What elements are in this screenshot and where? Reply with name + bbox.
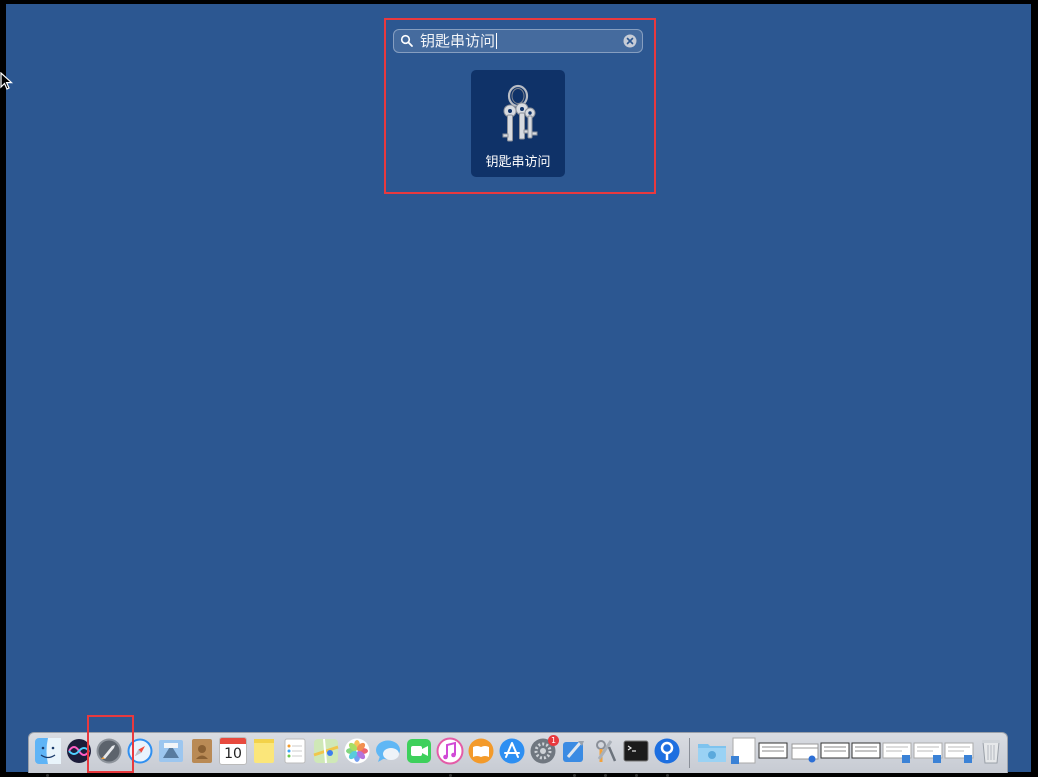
result-app-label: 钥匙串访问 [485,155,551,170]
downloads-folder-icon[interactable] [696,737,728,765]
launchpad-search-field[interactable]: 钥匙串访问 [393,29,643,53]
window-thumbnail-icon[interactable] [913,737,943,765]
xcode-icon[interactable] [560,737,588,765]
text-caret [496,33,498,49]
dock-separator [689,738,690,768]
calendar-icon[interactable]: 10 [219,737,247,765]
search-icon [400,34,413,47]
keychain-icon[interactable] [591,737,619,765]
finder-icon[interactable] [34,737,62,765]
notes-icon[interactable] [250,737,278,765]
mouse-cursor-icon [0,72,14,90]
contacts-icon[interactable] [188,737,216,765]
photos-icon[interactable] [343,737,371,765]
sourcetree-icon[interactable] [653,737,681,765]
facetime-icon[interactable] [405,737,433,765]
annotation-highlight-launchpad [87,715,134,773]
window-thumbnail-icon[interactable] [944,737,974,765]
keychain-icon [502,84,538,142]
clear-search-icon[interactable] [623,34,637,48]
itunes-icon[interactable] [436,737,464,765]
reminders-icon[interactable] [281,737,309,765]
window-thumbnail-icon[interactable] [851,737,881,765]
maps-icon[interactable] [312,737,340,765]
window-thumbnail-icon[interactable] [758,737,788,765]
search-result-keychain-access[interactable]: 钥匙串访问 [471,70,565,177]
search-query-text[interactable]: 钥匙串访问 [420,32,498,51]
calendar-day: 10 [224,746,242,762]
folder-icon[interactable] [790,737,820,765]
document-icon[interactable] [729,737,757,765]
window-thumbnail-icon[interactable] [882,737,912,765]
dock: 10 1 [28,732,1008,777]
trash-icon[interactable] [977,737,1005,765]
app-store-icon[interactable] [498,737,526,765]
mail-icon[interactable] [157,737,185,765]
notification-badge: 1 [548,735,559,746]
terminal-icon[interactable] [622,737,650,765]
window-thumbnail-icon[interactable] [820,737,850,765]
messages-icon[interactable] [374,737,402,765]
books-icon[interactable] [467,737,495,765]
